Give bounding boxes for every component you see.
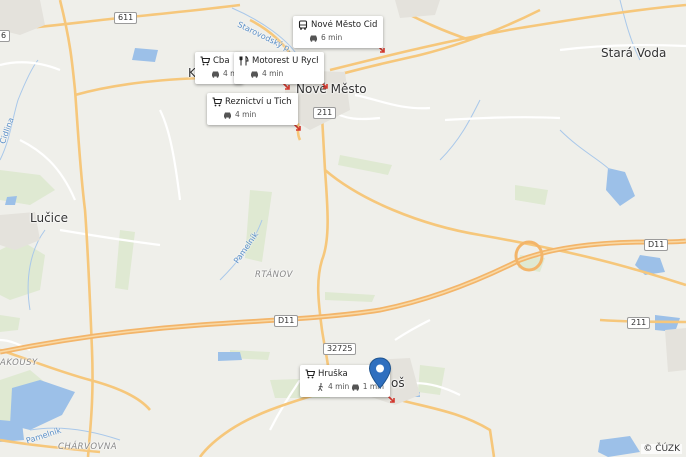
poi-name: Hruška: [318, 369, 348, 379]
shopping-cart-icon: [305, 369, 315, 379]
poi-card-nove-mesto-cidli[interactable]: Nové Město Cidli... 6 min: [293, 16, 383, 48]
road-shield-32725: 32725: [323, 343, 357, 355]
poi-travel-time: 4 min: [262, 69, 284, 78]
poi-travel-time: 6 min: [321, 33, 343, 42]
map-view[interactable]: Nové Město Stará Voda Lučice K oš RTÁNOV…: [0, 0, 686, 457]
car-icon: [211, 70, 220, 78]
shopping-cart-icon: [212, 97, 222, 107]
poi-name: Cba: [213, 56, 230, 66]
location-pin-icon[interactable]: [368, 357, 392, 389]
car-icon: [223, 111, 232, 119]
car-icon: [309, 34, 318, 42]
place-label-stara-voda: Stará Voda: [601, 46, 667, 60]
restaurant-icon: [239, 56, 249, 66]
bus-icon: [298, 20, 308, 30]
road-shield-6: 6: [0, 30, 11, 42]
walk-icon: [316, 382, 325, 391]
place-label-charvona: CHÁRVOVNA: [58, 442, 118, 452]
road-shield-d11-b: D11: [274, 315, 299, 327]
map-copyright[interactable]: © ČÚZK: [641, 444, 682, 454]
road-shield-211-b: 211: [627, 317, 651, 329]
poi-card-reznictvi[interactable]: Řeznictví u Tichých 4 min: [207, 93, 298, 125]
place-label-lucice: Lučice: [30, 211, 68, 225]
shopping-cart-icon: [200, 56, 210, 66]
poi-name: Nové Město Cidli...: [311, 20, 377, 30]
poi-travel-time-walk: 4 min: [328, 382, 350, 391]
place-label-rtanov: RTÁNOV: [255, 270, 293, 280]
place-label-os-fragment: oš: [391, 376, 405, 390]
road-shield-611: 611: [114, 12, 138, 24]
place-label-kakousy: AKOUSY: [0, 358, 38, 368]
poi-card-motorest[interactable]: Motorest U Rycht... 4 min: [234, 52, 324, 84]
car-icon: [250, 70, 259, 78]
poi-name: Motorest U Rycht...: [252, 56, 318, 66]
road-shield-211-a: 211: [313, 107, 337, 119]
car-icon: [351, 383, 360, 391]
place-label-nove-mesto: Nové Město: [296, 82, 367, 96]
road-shield-d11-a: D11: [644, 239, 669, 251]
poi-travel-time: 4 min: [235, 110, 257, 119]
poi-name: Řeznictví u Tichých: [225, 97, 292, 107]
